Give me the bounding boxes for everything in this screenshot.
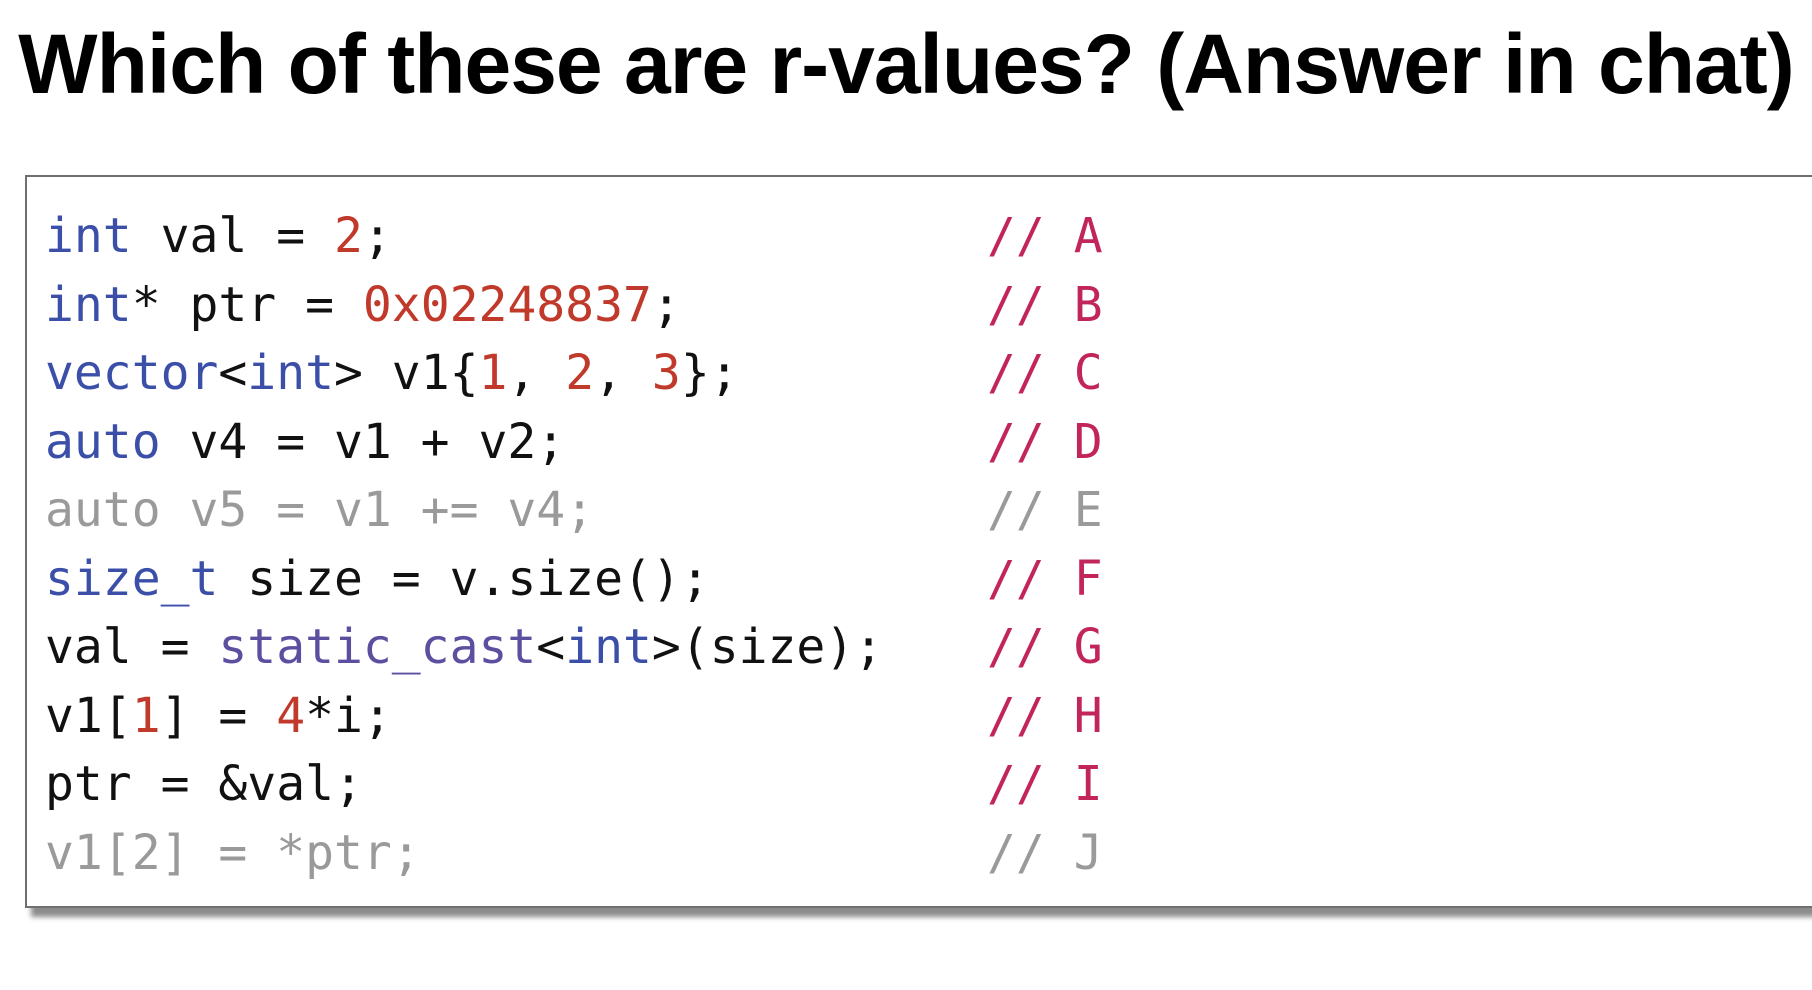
code-comment-label: // F [987,550,1103,607]
code-token: auto v5 = v1 += v4; [45,482,595,538]
code-comment-label: // H [987,687,1103,744]
code-statement: auto v4 = v1 + v2; [45,408,565,477]
code-token: 2 [334,208,363,264]
code-token: >(size); [651,619,884,675]
code-token: vector [45,345,219,401]
code-token: int [45,276,132,333]
code-token: int [247,345,334,401]
code-token: int [565,619,652,675]
code-comment-label: // B [987,276,1103,333]
code-token: auto [45,413,161,470]
code-token: val = [45,619,219,675]
code-token: v4 = v1 + v2; [160,413,566,470]
code-token: ; [651,276,681,333]
code-token: 4 [276,687,306,744]
code-token: ; [362,208,392,264]
code-token: size = v.size(); [218,550,710,607]
code-token: < [218,345,248,401]
code-token: int [45,208,132,264]
code-comment-label: // C [987,345,1103,401]
code-token: static_cast [218,619,537,675]
code-token: * ptr = [131,276,363,333]
code-token: , [507,345,566,401]
code-comment-label: // I [987,756,1103,812]
code-statement: auto v5 = v1 += v4; [45,476,594,545]
code-statement: int val = 2; [45,202,392,271]
code-token: }; [680,345,739,401]
code-token: < [536,619,566,675]
code-token: > v1{ [334,345,479,401]
code-token: 3 [651,345,681,401]
code-statement: v1[1] = 4*i; [45,682,392,751]
code-token: 1 [131,687,161,744]
code-statement: vector<int> v1{1, 2, 3}; [45,339,739,408]
code-token: v1[2] = *ptr; [45,824,421,881]
code-token: v1[ [45,687,132,744]
code-token: , [594,345,652,401]
code-comment-label: // A [987,208,1103,264]
code-block: int val = 2;// Aint* ptr = 0x02248837;//… [25,175,1812,908]
code-statement: size_t size = v.size(); [45,545,710,614]
code-statement: val = static_cast<int>(size); [45,613,883,682]
slide-title: Which of these are r-values? (Answer in … [18,17,1794,111]
code-statement: v1[2] = *ptr; [45,819,421,888]
code-token: val = [131,208,334,264]
code-token: *i; [305,687,392,744]
code-token: 2 [565,345,595,401]
code-token: ptr = &val; [45,756,363,812]
code-token: 1 [478,345,508,401]
code-comment-label: // G [987,619,1103,675]
code-statement: int* ptr = 0x02248837; [45,271,681,340]
code-comment-label: // J [987,824,1103,881]
code-comment-label: // E [987,482,1103,538]
code-token: 0x02248837 [362,276,652,333]
code-token: ] = [160,687,277,744]
code-comment-label: // D [987,413,1103,470]
code-token: size_t [45,550,219,607]
code-statement: ptr = &val; [45,750,363,819]
